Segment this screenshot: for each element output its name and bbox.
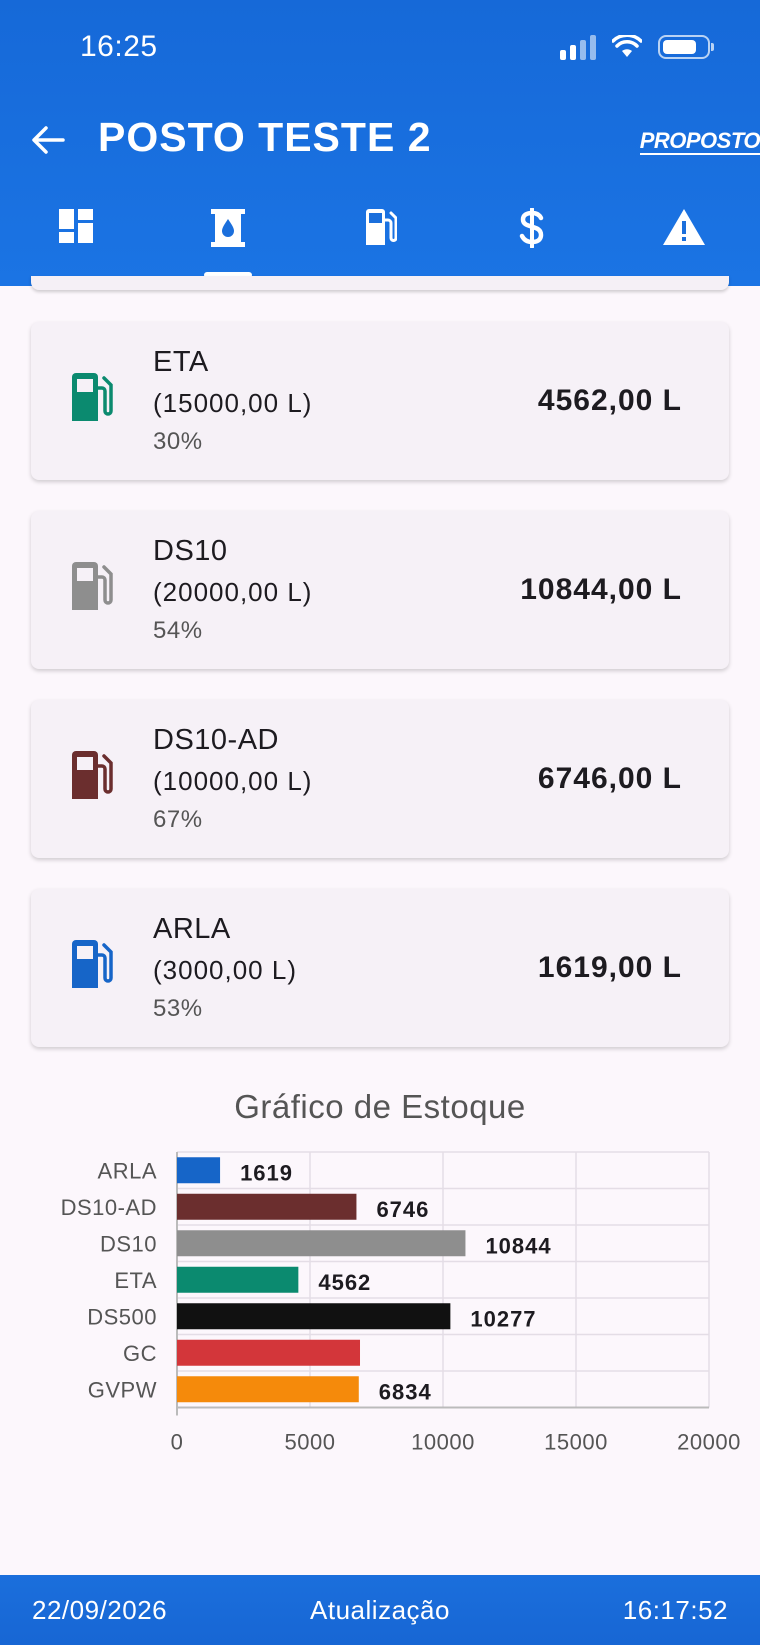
tab-tanks[interactable] <box>152 196 304 286</box>
chart-tick-label: 10000 <box>411 1430 475 1455</box>
tank-percent: 67% <box>153 806 203 833</box>
chart-value-label: 10277 <box>470 1306 536 1331</box>
tank-percent: 30% <box>153 428 203 455</box>
chart-tick-label: 5000 <box>285 1430 336 1455</box>
chart-bar <box>177 1303 451 1330</box>
chart-value-label: 6746 <box>376 1197 429 1222</box>
tank-name: ETA <box>153 346 209 378</box>
tank-percent: 54% <box>153 617 203 644</box>
tab-finance[interactable] <box>456 196 608 286</box>
tank-name: ARLA <box>153 913 231 945</box>
tank-quantity: 6746,00 L <box>537 762 682 795</box>
chart-bar <box>177 1230 466 1257</box>
update-time: 16:17:52 <box>622 1595 728 1625</box>
wifi-icon <box>612 35 642 57</box>
fuel-pump-icon <box>72 940 113 988</box>
chart-value-label: 1619 <box>240 1160 293 1185</box>
chart-category-label: ETA <box>114 1268 157 1293</box>
tank-quantity: 1619,00 L <box>537 951 682 984</box>
chart-value-label: 10844 <box>485 1233 551 1258</box>
stock-bar-chart: ARLA 1619 DS10-AD 6746 DS10 10844 ETA 4562 DS500… <box>61 1151 741 1455</box>
tab-bar <box>0 196 760 286</box>
fuel-pump-icon <box>72 373 113 421</box>
chart-title: Gráfico de Estoque <box>234 1088 526 1125</box>
tank-card-arla[interactable]: ARLA (3000,00 L) 53% 1619,00 L <box>31 889 729 1047</box>
tank-card-ds10-ad[interactable]: DS10-AD (10000,00 L) 67% 6746,00 L <box>31 700 729 858</box>
app-header: 16:25 POSTO TESTE 2 PROPOSTO <box>0 0 760 286</box>
battery-icon <box>658 35 714 59</box>
chart-category-label: GVPW <box>88 1377 157 1402</box>
tank-name: DS10 <box>153 535 228 567</box>
chart-category-label: DS10 <box>100 1231 157 1256</box>
tank-capacity: (20000,00 L) <box>153 577 313 607</box>
page-title: POSTO TESTE 2 <box>98 114 432 160</box>
tab-dashboard[interactable] <box>0 196 152 286</box>
tank-name: DS10-AD <box>153 724 279 756</box>
brand-logo: PROPOSTO <box>639 128 760 155</box>
tank-percent: 53% <box>153 995 203 1022</box>
chart-bar <box>177 1339 361 1366</box>
tank-capacity: (10000,00 L) <box>153 766 313 796</box>
fuel-pump-icon <box>72 751 113 799</box>
status-time: 16:25 <box>80 30 158 63</box>
tank-card-ds10[interactable]: DS10 (20000,00 L) 54% 10844,00 L <box>31 511 729 669</box>
back-button[interactable] <box>26 118 70 162</box>
tank-capacity: (15000,00 L) <box>153 388 313 418</box>
chart-value-label: 4562 <box>318 1270 371 1295</box>
footer-bar: 22/09/2026 Atualização 16:17:52 <box>0 1575 760 1645</box>
fuel-pump-icon <box>366 209 397 245</box>
tank-quantity: 10844,00 L <box>520 573 682 606</box>
arrow-left-icon <box>32 126 65 154</box>
dollar-icon <box>519 208 544 248</box>
chart-category-label: ARLA <box>98 1158 157 1183</box>
chart-bar <box>177 1376 359 1403</box>
chart-category-label: DS500 <box>87 1304 157 1329</box>
chart-tick-label: 20000 <box>677 1430 741 1455</box>
tab-fuel[interactable] <box>304 196 456 286</box>
chart-bar <box>177 1157 221 1184</box>
previous-card-edge <box>31 276 729 290</box>
chart-bar <box>177 1193 357 1220</box>
fuel-pump-icon <box>72 562 113 610</box>
chart-tick-label: 15000 <box>544 1430 608 1455</box>
status-icons <box>560 34 714 60</box>
chart-category-label: GC <box>123 1341 157 1366</box>
tank-capacity: (3000,00 L) <box>153 955 297 985</box>
chart-value-label: 6834 <box>379 1379 432 1404</box>
dashboard-icon <box>59 209 93 243</box>
tank-quantity: 4562,00 L <box>537 384 682 417</box>
chart-tick-label: 0 <box>171 1430 184 1455</box>
tank-icon <box>211 209 245 247</box>
tab-alerts[interactable] <box>608 196 760 286</box>
tank-card-eta[interactable]: ETA (15000,00 L) 30% 4562,00 L <box>31 322 729 480</box>
chart-category-label: DS10-AD <box>61 1195 157 1220</box>
chart-bar <box>177 1266 299 1293</box>
signal-icon <box>560 34 596 60</box>
warning-icon <box>663 209 705 245</box>
